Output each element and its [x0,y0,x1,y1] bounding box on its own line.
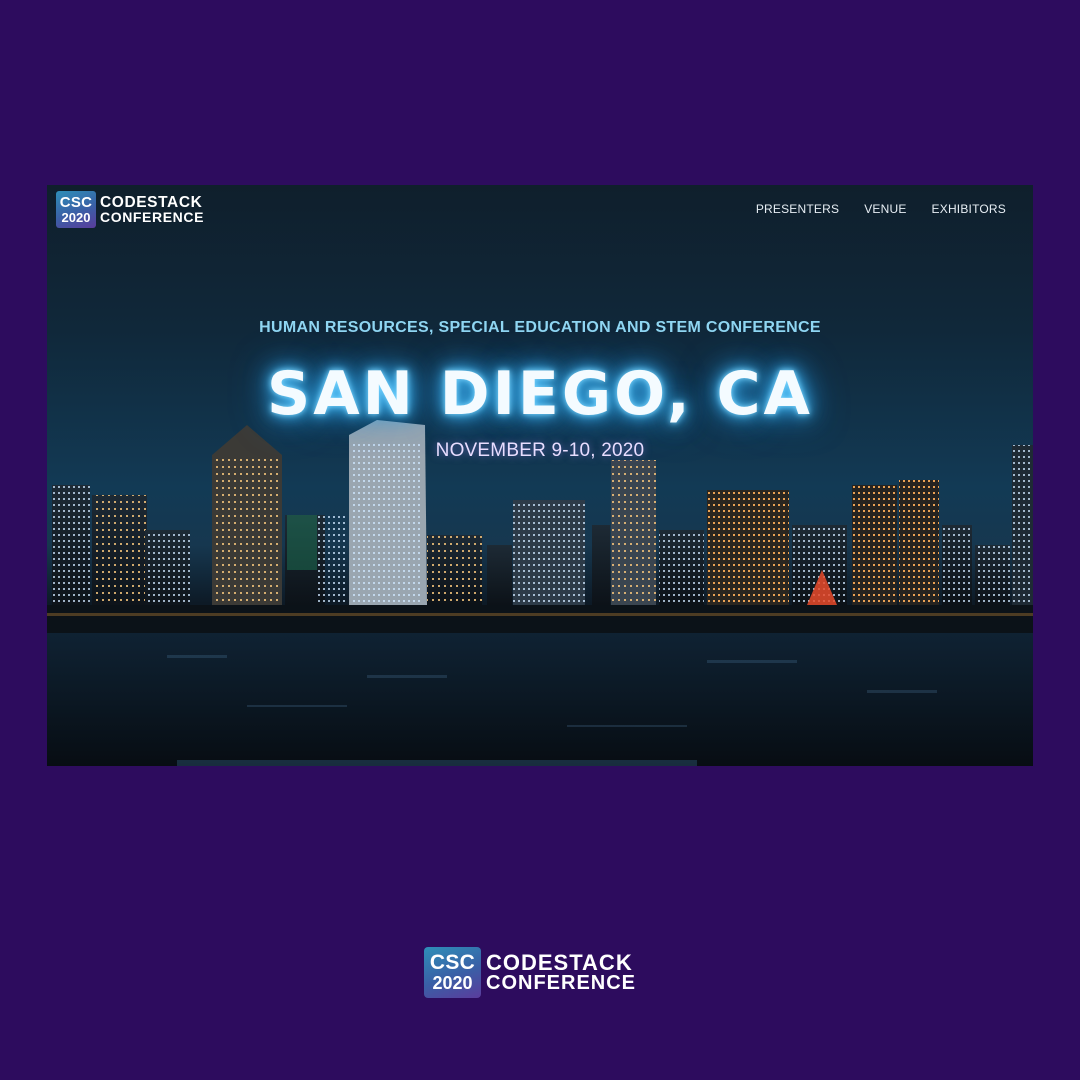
logo-badge-line1: CSC [59,193,93,211]
footer-logo-badge: CSC 2020 [424,947,481,998]
logo-name-line1: CODESTACK [100,193,203,211]
logo-wordmark: CODESTACK CONFERENCE [100,193,205,225]
logo-name-line2: CONFERENCE [100,208,205,225]
logo-badge-line2: 2020 [61,209,91,225]
site-logo[interactable]: CSC 2020 CODESTACK CONFERENCE [56,191,204,228]
footer-logo-name-line1: CODESTACK [486,949,633,975]
footer-logo-name-line2: CONFERENCE [486,971,637,994]
nav-exhibitors[interactable]: EXHIBITORS [932,202,1006,216]
main-nav: PRESENTERS VENUE EXHIBITORS [756,202,1006,216]
footer-logo: CSC 2020 CODESTACK CONFERENCE [424,947,636,998]
nav-presenters[interactable]: PRESENTERS [756,202,839,216]
logo-badge: CSC 2020 [56,191,96,228]
skyline-background-image [47,420,1033,766]
footer-logo-badge-line1: CSC [429,950,476,974]
hero-date: NOVEMBER 9-10, 2020 [435,440,645,461]
hero-subtitle: HUMAN RESOURCES, SPECIAL EDUCATION AND S… [259,319,821,336]
footer-logo-badge-line2: 2020 [432,972,473,993]
nav-venue[interactable]: VENUE [864,202,906,216]
website-screenshot: CSC 2020 CODESTACK CONFERENCE PRESENTERS… [47,185,1033,766]
hero-headline: SAN DIEGO, CA [267,359,813,429]
footer-logo-wordmark: CODESTACK CONFERENCE [486,949,637,994]
